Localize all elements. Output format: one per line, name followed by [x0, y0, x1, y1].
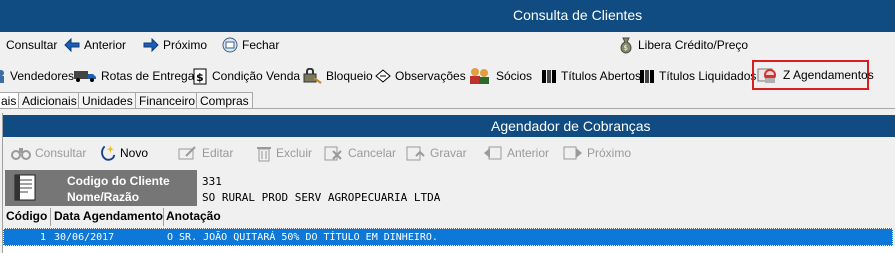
rotas-button[interactable]: Rotas de Entrega: [73, 65, 194, 87]
proximo-button[interactable]: Próximo: [142, 34, 207, 56]
document-icon: [13, 174, 39, 202]
editar-label: Editar: [202, 146, 234, 160]
consultar-label: Consultar: [6, 38, 58, 52]
trash-icon: [255, 145, 272, 162]
bloqueio-label: Bloqueio: [326, 69, 373, 83]
tab-divider: [0, 108, 895, 109]
svg-text:$: $: [623, 44, 627, 52]
books-icon: [638, 68, 655, 85]
arrow-left-icon: [63, 37, 80, 54]
editar-button[interactable]: Editar: [178, 142, 233, 164]
anterior-button[interactable]: Anterior: [63, 34, 126, 56]
socios-label: Sócios: [496, 69, 533, 83]
fechar-label: Fechar: [242, 38, 280, 52]
column-header-data[interactable]: Data Agendamento: [54, 209, 163, 223]
excluir-label: Excluir: [276, 146, 313, 160]
agendador-consultar-button[interactable]: Consultar: [11, 142, 86, 164]
main-toolbar: Consultar Anterior Próximo Fechar $ Libe…: [0, 32, 895, 58]
nome-razao-value: SO RURAL PROD SERV AGROPECUARIA LTDA: [202, 191, 441, 204]
column-header-codigo[interactable]: Código: [6, 209, 47, 223]
close-window-icon: [221, 37, 238, 54]
block-icon: [302, 68, 322, 85]
binoculars-icon: [11, 145, 31, 162]
excluir-button[interactable]: Excluir: [255, 142, 312, 164]
agendamentos-button[interactable]: Z Agendamentos: [752, 60, 874, 90]
panel-header: Agendador de Cobranças: [3, 115, 895, 137]
novo-label: Novo: [120, 146, 149, 160]
money-bag-icon: $: [617, 37, 634, 54]
vendedores-label: Vendedores: [10, 69, 75, 83]
agendador-anterior-button[interactable]: Anterior: [483, 142, 549, 164]
libera-credito-label: Libera Crédito/Preço: [638, 38, 749, 52]
condicao-venda-button[interactable]: $ Condição Venda: [191, 65, 300, 87]
tab-compras[interactable]: Compras: [196, 92, 253, 109]
agendador-proximo-label: Próximo: [587, 146, 632, 160]
titulos-abertos-label: Títulos Abertos: [561, 69, 642, 83]
partners-icon: [468, 68, 492, 85]
titulos-abertos-button[interactable]: Títulos Abertos: [540, 65, 641, 87]
arrow-right-icon: [142, 37, 159, 54]
cell-data: 30/06/2017: [54, 232, 115, 243]
condicao-venda-label: Condição Venda: [212, 69, 301, 83]
proximo-label: Próximo: [163, 38, 208, 52]
window-titlebar: Consulta de Clientes: [0, 0, 895, 33]
cell-codigo: 1: [40, 232, 47, 243]
cancelar-button[interactable]: Cancelar: [324, 142, 396, 164]
cell-anotacao: O SR. JOÃO QUITARÁ 50% DO TÍTULO EM DINH…: [167, 232, 438, 243]
vendedores-button[interactable]: Vendedores: [0, 65, 74, 87]
tab-strip: ais Adicionais Unidades Financeiro Compr…: [0, 92, 895, 109]
truck-icon: [73, 68, 97, 85]
previous-icon: [483, 145, 503, 162]
tab-adicionais[interactable]: Adicionais: [18, 92, 81, 109]
consultar-button[interactable]: Consultar: [6, 34, 57, 56]
tab-financeiro[interactable]: Financeiro: [135, 92, 200, 109]
table-row[interactable]: 1 30/06/2017 O SR. JOÃO QUITARÁ 50% DO T…: [3, 228, 893, 246]
panel-title: Agendador de Cobranças: [491, 118, 651, 134]
nome-razao-label: Nome/Razão: [67, 190, 140, 204]
titulos-liquidados-label: Títulos Liquidados: [659, 69, 757, 83]
agendador-anterior-label: Anterior: [507, 146, 550, 160]
novo-button[interactable]: Novo: [99, 142, 148, 164]
agendador-toolbar: Consultar Novo Editar Excluir Cancelar G…: [3, 139, 895, 167]
titulos-liquidados-button[interactable]: Títulos Liquidados: [638, 65, 756, 87]
grid-header: Código Data Agendamento Anotação: [3, 208, 895, 226]
cancel-icon: [324, 145, 344, 162]
observacoes-button[interactable]: Observações: [374, 65, 466, 87]
dollar-doc-icon: $: [191, 68, 208, 85]
codigo-cliente-value: 331: [202, 175, 222, 188]
bloqueio-button[interactable]: Bloqueio: [302, 65, 373, 87]
observacoes-label: Observações: [395, 69, 466, 83]
person-icon: [0, 68, 6, 85]
tab-unidades[interactable]: Unidades: [78, 92, 137, 109]
fechar-button[interactable]: Fechar: [221, 34, 279, 56]
anterior-label: Anterior: [84, 38, 127, 52]
calendar-icon: [757, 67, 779, 84]
svg-text:$: $: [196, 71, 204, 84]
rotas-label: Rotas de Entrega: [101, 69, 195, 83]
window-title: Consulta de Clientes: [513, 7, 643, 23]
column-header-anotacao[interactable]: Anotação: [166, 209, 221, 223]
agendamentos-label: Z Agendamentos: [783, 68, 874, 82]
grid-empty-area: [3, 246, 895, 253]
cancelar-label: Cancelar: [348, 146, 397, 160]
agendador-proximo-button[interactable]: Próximo: [563, 142, 631, 164]
codigo-cliente-label: Codigo do Cliente: [67, 174, 170, 188]
gravar-label: Gravar: [430, 146, 467, 160]
save-icon: [406, 145, 426, 162]
gravar-button[interactable]: Gravar: [406, 142, 467, 164]
next-icon: [563, 145, 583, 162]
column-separator: [163, 208, 164, 226]
socios-button[interactable]: Sócios: [468, 65, 532, 87]
note-icon: [374, 68, 391, 85]
client-label-box: Codigo do Cliente Nome/Razão: [5, 170, 197, 206]
new-sparkle-icon: [99, 145, 116, 162]
edit-icon: [178, 145, 198, 162]
client-actions-toolbar: Vendedores Rotas de Entrega $ Condição V…: [0, 60, 895, 90]
agendador-consultar-label: Consultar: [35, 146, 87, 160]
libera-credito-button[interactable]: $ Libera Crédito/Preço: [617, 34, 748, 56]
books-icon: [540, 68, 557, 85]
column-separator: [50, 208, 51, 226]
